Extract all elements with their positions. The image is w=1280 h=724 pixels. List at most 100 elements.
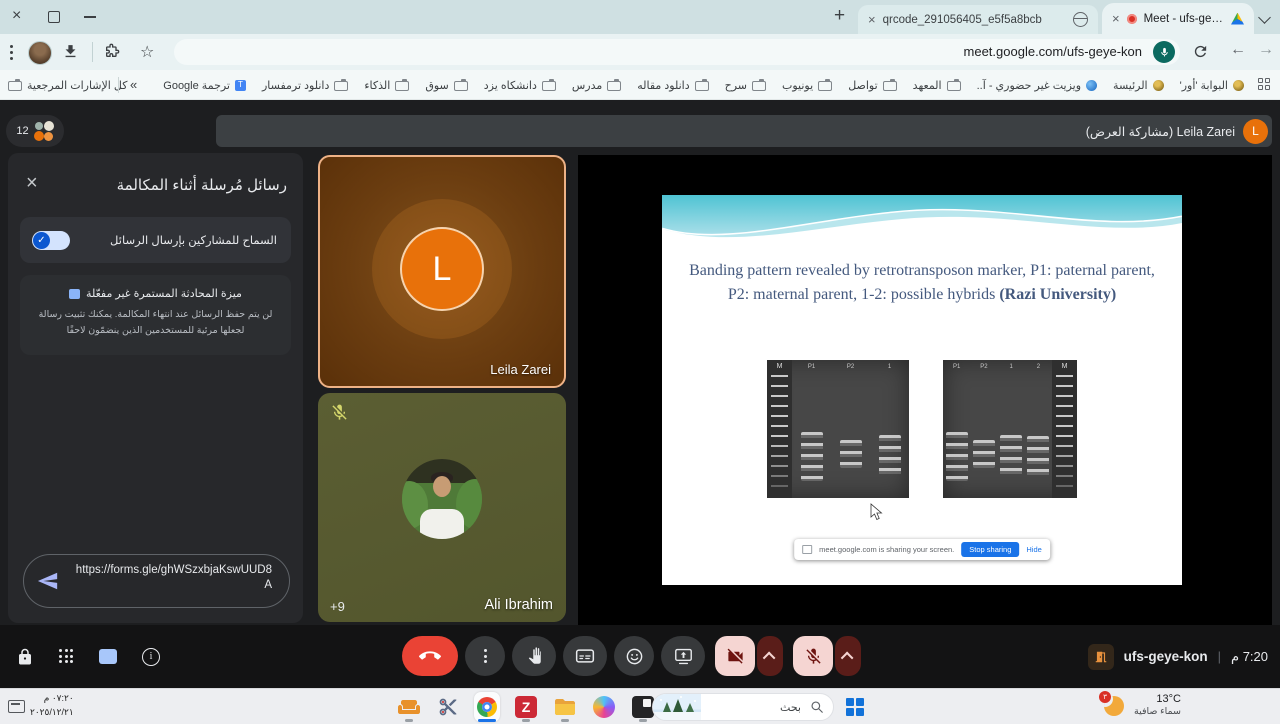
tray-clock[interactable]: ٠٧:٢٠ م ٢٠٢٥/١٢/٢١	[30, 692, 74, 720]
tab-title: qrcode_291056405_e5f5a8bcb	[883, 14, 1066, 26]
address-bar[interactable]: meet.google.com/ufs-geye-kon	[174, 39, 1180, 65]
video-tile-leila[interactable]: L Leila Zarei	[318, 155, 566, 388]
more-options-button[interactable]	[465, 636, 505, 676]
tab-list-chevron-icon[interactable]	[1258, 11, 1271, 24]
camera-options-chevron[interactable]	[757, 636, 783, 676]
activities-grid-icon[interactable]	[59, 649, 74, 664]
close-icon[interactable]: ×	[26, 173, 38, 193]
moon-icon: ٣	[1102, 693, 1126, 717]
tray-date: ٢٠٢٥/١٢/٢١	[30, 706, 74, 720]
raise-hand-button[interactable]	[512, 636, 556, 676]
couch-app-icon	[397, 695, 421, 719]
taskbar-chrome[interactable]	[474, 692, 500, 722]
present-screen-button[interactable]	[661, 636, 705, 676]
tab-close-icon[interactable]: ×	[1112, 12, 1120, 25]
send-icon[interactable]	[37, 570, 59, 592]
gel-lane: P2	[971, 360, 997, 498]
reactions-button[interactable]	[614, 636, 654, 676]
bookmark-item[interactable]: الذكاء	[364, 79, 409, 92]
participant-count-pill[interactable]: 12	[6, 115, 64, 147]
bookmark-item[interactable]: سرح	[725, 79, 766, 92]
tab-close-icon[interactable]: ×	[868, 13, 876, 26]
taskbar-snipping-tool[interactable]	[435, 692, 461, 722]
start-button[interactable]	[846, 698, 864, 716]
bookmarks-overflow-chevron[interactable]: «	[130, 70, 137, 100]
search-input[interactable]	[729, 694, 803, 721]
mic-off-icon	[804, 647, 823, 666]
allow-messages-toggle[interactable]: ✓	[32, 231, 70, 250]
folder-icon	[8, 81, 22, 91]
chat-message-suffix: A	[76, 579, 272, 591]
touch-keyboard-icon[interactable]	[8, 700, 25, 713]
bookmark-label: ترجمة Google	[163, 79, 230, 92]
chat-message-link[interactable]: https://forms.gle/ghWSzxbjaKswUUD8	[76, 564, 272, 576]
bookmark-icon	[542, 81, 556, 91]
stop-sharing-button[interactable]: Stop sharing	[961, 542, 1019, 557]
taskbar-app-orange[interactable]	[396, 692, 422, 722]
taskbar-zotero[interactable]: Z	[513, 692, 539, 722]
bookmark-icon	[395, 81, 409, 91]
all-bookmarks-button[interactable]: كل الإشارات المرجعية	[8, 70, 127, 100]
bookmark-item[interactable]: البوابة 'أور'	[1180, 79, 1244, 92]
meeting-details-icon[interactable]: i	[142, 648, 160, 666]
window-close-button[interactable]: ×	[12, 8, 21, 24]
bookmark-item[interactable]: ترجمة Google	[163, 79, 246, 92]
bookmark-label: مدرس	[572, 79, 602, 92]
taskbar-copilot[interactable]	[591, 692, 617, 722]
meeting-code: ufs-geye-kon	[1124, 649, 1208, 664]
back-arrow-icon[interactable]: ←	[1230, 41, 1246, 59]
weather-temp: 13°C	[1134, 692, 1181, 706]
window-minimize-button[interactable]	[84, 16, 96, 18]
photos-icon	[632, 696, 654, 718]
tab-qrcode[interactable]: × qrcode_291056405_e5f5a8bcb	[858, 5, 1098, 34]
extensions-icon[interactable]	[104, 43, 120, 59]
browser-menu-icon[interactable]	[10, 45, 13, 63]
reload-icon[interactable]	[1192, 43, 1209, 60]
bookmark-icon	[235, 80, 246, 91]
chat-notice-box: ميزة المحادثة المستمرة غير مفعّلة لن يتم…	[20, 275, 291, 355]
taskbar-search[interactable]	[652, 693, 834, 721]
window-maximize-button[interactable]	[48, 11, 60, 23]
new-tab-button[interactable]: +	[834, 5, 845, 27]
bookmark-item[interactable]: تواصل	[848, 79, 896, 92]
bookmarks-list: البوابة 'أور' الرئيسة ويزيت غير حضوري - …	[152, 70, 1244, 100]
chat-button-icon[interactable]	[99, 649, 117, 664]
bookmark-item[interactable]: المعهد	[913, 79, 961, 92]
bookmark-star-icon[interactable]: ☆	[140, 42, 154, 62]
host-controls-lock-icon[interactable]	[16, 648, 34, 666]
hide-link[interactable]: Hide	[1026, 545, 1041, 554]
bookmark-icon	[947, 81, 961, 91]
camera-control-group	[715, 636, 783, 676]
downloads-icon[interactable]	[62, 43, 79, 60]
bookmark-item[interactable]: الرئيسة	[1113, 79, 1164, 92]
end-call-button[interactable]	[402, 636, 458, 676]
bookmark-item[interactable]: سوق	[425, 79, 467, 92]
bookmark-item[interactable]: دانلود ترمفسار	[262, 79, 348, 92]
more-participants-badge[interactable]: +9	[330, 599, 345, 614]
chat-message-input[interactable]: https://forms.gle/ghWSzxbjaKswUUD8 A	[23, 554, 290, 608]
mic-options-chevron[interactable]	[835, 636, 861, 676]
tab-meet[interactable]: × Meet - ufs-geye-kon	[1102, 3, 1254, 34]
camera-off-button[interactable]	[715, 636, 755, 676]
forward-arrow-icon[interactable]: →	[1258, 41, 1274, 59]
bookmark-item[interactable]: مدرس	[572, 79, 621, 92]
bookmark-icon	[334, 81, 348, 91]
bookmarks-divider	[118, 77, 119, 93]
bookmark-item[interactable]: دانلود مقاله	[637, 79, 708, 92]
bookmark-icon	[454, 81, 468, 91]
profile-avatar[interactable]	[28, 41, 52, 65]
video-tile-ali[interactable]: +9 Ali Ibrahim	[318, 393, 566, 622]
mic-off-button[interactable]	[793, 636, 833, 676]
participant-name: Ali Ibrahim	[485, 597, 554, 613]
bookmark-item[interactable]: ويزيت غير حضوري - آ..	[977, 79, 1097, 92]
voice-search-icon[interactable]	[1153, 41, 1175, 63]
weather-widget[interactable]: ٣ 13°C سماء صافية	[1102, 692, 1181, 719]
side-panel-grid-icon[interactable]	[1258, 78, 1272, 92]
bookmark-item[interactable]: يونيوب	[782, 79, 832, 92]
taskbar-file-explorer[interactable]	[552, 692, 578, 722]
captions-button[interactable]	[563, 636, 607, 676]
bookmark-label: الرئيسة	[1113, 79, 1148, 92]
bookmark-item[interactable]: دانشكاه يزد	[484, 79, 556, 92]
chat-message[interactable]: https://forms.gle/ghWSzxbjaKswUUD8 A	[76, 564, 272, 591]
slide-title-bold: (Razi University)	[999, 286, 1116, 303]
